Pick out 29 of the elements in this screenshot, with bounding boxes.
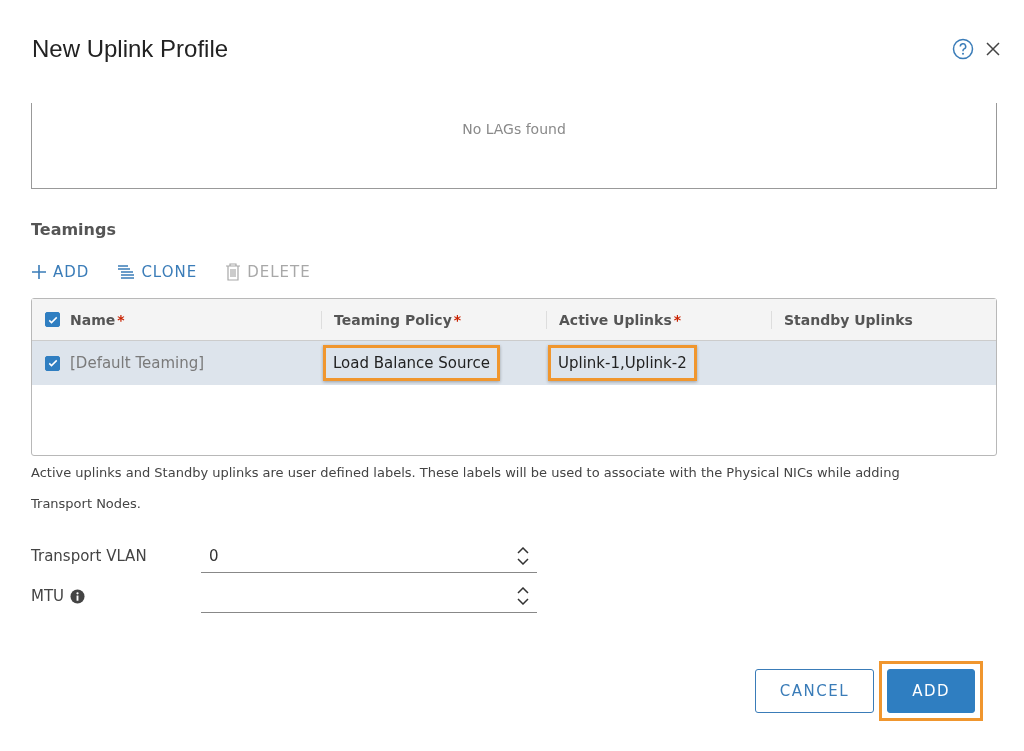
field-label: MTU (31, 587, 65, 605)
info-icon[interactable] (70, 588, 86, 604)
field-label: Transport VLAN (31, 547, 147, 565)
help-text: Active uplinks and Standby uplinks are user defined labels. These labels will be used to associate with the Physical NICs while adding Transport Nodes. (31, 464, 901, 513)
table-row[interactable]: [Default Teaming] Load Balance Source Uplink-1,Uplink-2 (32, 341, 996, 385)
number-field[interactable]: 0 (201, 539, 537, 573)
table-cell: Load Balance Source (323, 345, 500, 381)
column-header[interactable]: Name* (70, 311, 125, 328)
checkbox[interactable] (45, 312, 60, 327)
empty-message: No LAGs found (462, 121, 566, 139)
column-header[interactable]: Active Uplinks* (559, 311, 682, 328)
table-cell-text: [Default Teaming] (70, 353, 206, 374)
cancel-button[interactable]: CANCEL (754, 669, 875, 713)
lines-icon (117, 265, 136, 279)
spinner-icon[interactable] (517, 587, 529, 605)
table-cell: Uplink-1,Uplink-2 (548, 345, 697, 381)
add-button[interactable]: ADD (887, 669, 975, 713)
add-button[interactable]: ADD (31, 263, 90, 281)
dialog-title: New Uplink Profile (32, 35, 230, 63)
column-header[interactable]: Standby Uplinks (784, 311, 913, 328)
column-header[interactable]: Teaming Policy* (334, 311, 462, 328)
close-icon[interactable] (986, 42, 1000, 56)
checkbox[interactable] (45, 355, 60, 371)
trash-icon (225, 263, 242, 281)
clone-button[interactable]: CLONE (117, 263, 198, 281)
section-heading: Teamings (31, 220, 117, 239)
help-icon[interactable] (952, 38, 974, 60)
spinner-icon[interactable] (517, 547, 529, 565)
plus-icon (31, 264, 47, 280)
